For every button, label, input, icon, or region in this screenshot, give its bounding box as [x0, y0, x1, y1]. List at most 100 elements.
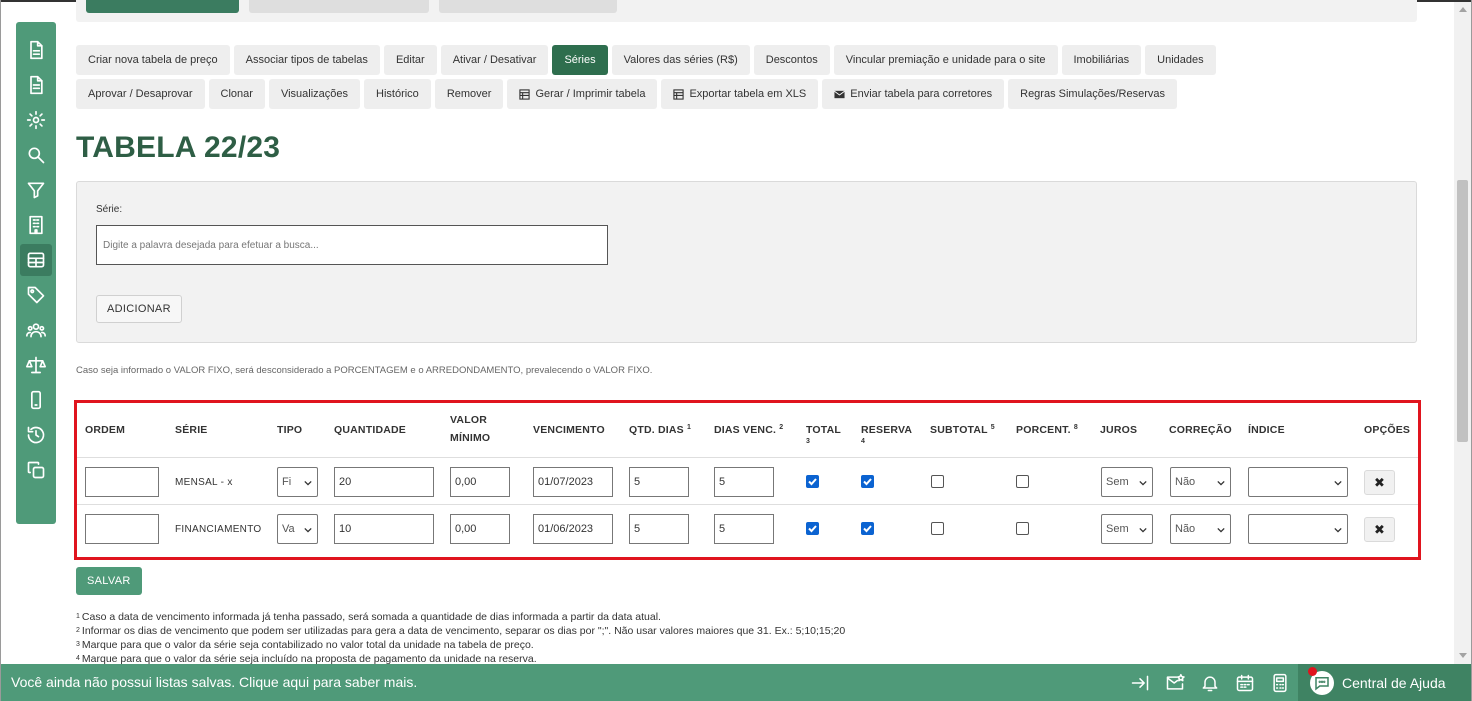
page-title: TABELA 22/23	[76, 131, 281, 164]
bottom-bar: Você ainda não possui listas salvas. Cli…	[1, 664, 1471, 701]
dias-venc-input[interactable]: 5	[714, 467, 774, 497]
reserva-checkbox[interactable]	[861, 522, 874, 535]
saved-lists-message[interactable]: Você ainda não possui listas salvas. Cli…	[11, 674, 417, 690]
building-icon	[29, 215, 43, 235]
correcao-select[interactable]: Não	[1170, 514, 1231, 544]
porcent-checkbox[interactable]	[1016, 475, 1029, 488]
notifications-button[interactable]	[1200, 673, 1220, 693]
sidebar-item-reports[interactable]	[20, 69, 52, 101]
scrollbar-thumb[interactable]	[1457, 180, 1468, 442]
remove-row-button[interactable]: ✖	[1364, 517, 1395, 542]
qtd-dias-input[interactable]: 5	[629, 467, 689, 497]
top-tab-active[interactable]	[86, 0, 239, 13]
subtotal-checkbox[interactable]	[931, 475, 944, 488]
header-valor-minimo: VALOR MÍNIMO	[450, 411, 490, 447]
sidebar-item-price-tables[interactable]	[20, 244, 52, 276]
series-filter-label: Série:	[96, 204, 123, 215]
reserva-checkbox[interactable]	[861, 475, 874, 488]
send-to-brokers-button[interactable]: Enviar tabela para corretores	[822, 79, 1005, 109]
subtotal-checkbox[interactable]	[931, 522, 944, 535]
series-button[interactable]: Séries	[552, 45, 608, 75]
scroll-up-arrow[interactable]	[1459, 7, 1467, 12]
scroll-down-arrow[interactable]	[1459, 653, 1467, 658]
sidebar-item-history[interactable]	[20, 419, 52, 451]
sidebar-item-filter[interactable]	[20, 174, 52, 206]
total-checkbox[interactable]	[806, 475, 819, 488]
quantidade-input[interactable]: 10	[334, 514, 434, 544]
porcent-checkbox[interactable]	[1016, 522, 1029, 535]
dias-venc-input-value: 5	[719, 476, 726, 488]
juros-select[interactable]: Sem	[1101, 514, 1153, 544]
top-tab-strip	[76, 0, 1417, 22]
valor-minimo-input[interactable]: 0,00	[450, 467, 510, 497]
top-tab[interactable]	[249, 0, 429, 13]
create-price-table-button[interactable]: Criar nova tabela de preço	[76, 45, 230, 75]
sidebar-item-mobile[interactable]	[20, 384, 52, 416]
header-tipo: TIPO	[277, 424, 303, 436]
collapse-button[interactable]	[1130, 673, 1150, 693]
print-table-button[interactable]: Gerar / Imprimir tabela	[507, 79, 658, 109]
export-xls-button[interactable]: Exportar tabela em XLS	[661, 79, 819, 109]
sidebar-item-documents[interactable]	[20, 34, 52, 66]
sidebar-item-users[interactable]	[20, 314, 52, 346]
valor-minimo-input[interactable]: 0,00	[450, 514, 510, 544]
remove-row-button[interactable]: ✖	[1364, 470, 1395, 495]
qtd-dias-input[interactable]: 5	[629, 514, 689, 544]
series-values-button[interactable]: Valores das séries (R$)	[611, 45, 750, 75]
juros-select[interactable]: Sem	[1101, 467, 1153, 497]
dias-venc-input[interactable]: 5	[714, 514, 774, 544]
quantidade-input[interactable]: 20	[334, 467, 434, 497]
tipo-select[interactable]: Fi	[277, 467, 318, 497]
series-table-header: ORDEM SÉRIE TIPO QUANTIDADE VALOR MÍNIMO…	[77, 403, 1418, 458]
real-estate-agencies-button[interactable]: Imobiliárias	[1061, 45, 1142, 75]
sidebar-item-copy[interactable]	[20, 454, 52, 486]
sidebar-item-tags[interactable]	[20, 279, 52, 311]
add-series-button[interactable]: ADICIONAR	[96, 295, 182, 323]
approve-disapprove-button[interactable]: Aprovar / Desaprovar	[76, 79, 205, 109]
correcao-select[interactable]: Não	[1170, 467, 1231, 497]
save-button[interactable]: SALVAR	[76, 567, 142, 595]
help-center-button[interactable]: Central de Ajuda	[1298, 664, 1471, 701]
simulation-rules-button[interactable]: Regras Simulações/Reservas	[1008, 79, 1178, 109]
tipo-select[interactable]: Va	[277, 514, 318, 544]
vencimento-input-value: 01/06/2023	[538, 523, 594, 535]
sidebar-item-legal[interactable]	[20, 349, 52, 381]
ordem-input[interactable]	[85, 467, 159, 497]
qtd-dias-input-value: 5	[634, 523, 641, 535]
history-button[interactable]: Histórico	[364, 79, 431, 109]
chevron-down-icon	[304, 527, 312, 533]
vencimento-input[interactable]: 01/06/2023	[533, 514, 613, 544]
indice-select[interactable]	[1248, 467, 1348, 497]
series-filter-panel: Série: ADICIONAR	[76, 181, 1417, 343]
vencimento-input[interactable]: 01/07/2023	[533, 467, 613, 497]
header-serie: SÉRIE	[175, 424, 208, 436]
activate-deactivate-button[interactable]: Ativar / Desativar	[440, 45, 549, 75]
total-checkbox[interactable]	[806, 522, 819, 535]
ordem-input[interactable]	[85, 514, 159, 544]
series-search-input[interactable]	[96, 225, 608, 265]
footnote-ref: 5	[990, 424, 995, 431]
sidebar-item-settings[interactable]	[20, 104, 52, 136]
header-quantidade: QUANTIDADE	[334, 424, 406, 436]
link-award-unit-button[interactable]: Vincular premiação e unidade para o site	[833, 45, 1058, 75]
units-button[interactable]: Unidades	[1145, 45, 1216, 75]
calendar-button[interactable]	[1235, 673, 1255, 693]
edit-button[interactable]: Editar	[383, 45, 437, 75]
clone-button[interactable]: Clonar	[208, 79, 265, 109]
discounts-button[interactable]: Descontos	[753, 45, 830, 75]
footnote: 2 Informar os dias de vencimento que pode…	[76, 624, 845, 638]
sidebar-item-search[interactable]	[20, 139, 52, 171]
sidebar-item-buildings[interactable]	[20, 209, 52, 241]
remove-button[interactable]: Remover	[434, 79, 504, 109]
indice-select[interactable]	[1248, 514, 1348, 544]
views-button[interactable]: Visualizações	[268, 79, 361, 109]
toolbar-button-label: Descontos	[765, 54, 818, 66]
associate-table-types-button[interactable]: Associar tipos de tabelas	[233, 45, 380, 75]
remove-row-button-value: ✖	[1374, 474, 1385, 490]
vencimento-input-value: 01/07/2023	[538, 476, 594, 488]
calculator-button[interactable]	[1270, 673, 1290, 693]
favorites-button[interactable]	[1165, 673, 1185, 693]
top-tab[interactable]	[439, 0, 617, 13]
quantidade-input-value: 20	[339, 476, 352, 488]
header-qtd-dias-label: QTD. DIAS	[629, 424, 684, 436]
